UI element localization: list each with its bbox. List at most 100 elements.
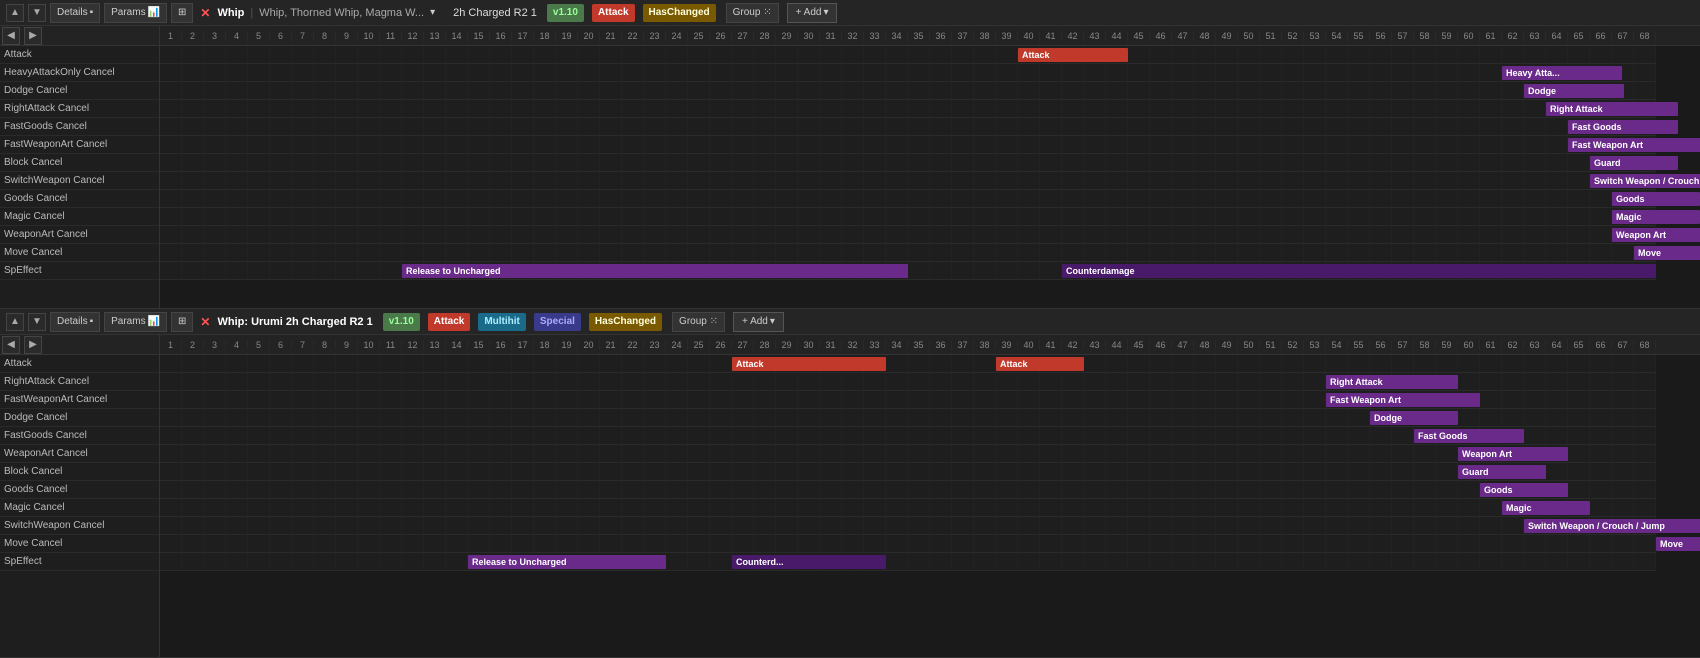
group-btn-1[interactable]: Group ⁙ [726, 3, 779, 23]
row-label-switchweapon-1: SwitchWeapon Cancel [0, 172, 159, 190]
row-label-dodge-1: Dodge Cancel [0, 82, 159, 100]
bar-goods-2[interactable]: Goods [1480, 483, 1568, 497]
nav-row-1: ◀ ▶ [0, 26, 159, 46]
collapse-up-btn-2[interactable]: ▲ [6, 313, 24, 331]
details-label-2: Details [57, 316, 88, 327]
row-label-fastgoods-1: FastGoods Cancel [0, 118, 159, 136]
add-dropdown-icon-2: ▾ [770, 316, 775, 327]
chart-icon-2: 📊 [148, 316, 160, 327]
bar-fast-goods-2[interactable]: Fast Goods [1414, 429, 1524, 443]
toolbar-2: ▲ ▼ Details ▪ Params 📊 ⊞ ✕ Whip: Urumi 2… [0, 309, 1700, 335]
timeline-grid-1: 1 2 3 4 5 6 7 8 9 10 11 12 13 14 15 16 1 [160, 26, 1700, 308]
bar-move-2[interactable]: Move [1656, 537, 1700, 551]
version-badge-1: v1.10 [547, 4, 584, 22]
row-label-rightattack-2: RightAttack Cancel [0, 373, 159, 391]
bar-magic-1[interactable]: Magic [1612, 210, 1700, 224]
bar-counterdamage-1[interactable]: Counterdamage [1062, 264, 1656, 278]
attack-badge-2[interactable]: Attack [428, 313, 471, 331]
weapon-title-2: Whip: Urumi 2h Charged R2 1 [217, 316, 372, 328]
add-btn-2[interactable]: + Add ▾ [733, 312, 784, 332]
row-label-fastweaponart-1: FastWeaponArt Cancel [0, 136, 159, 154]
version-badge-2: v1.10 [383, 313, 420, 331]
row-label-weaponart-1: WeaponArt Cancel [0, 226, 159, 244]
attack-badge-1[interactable]: Attack [592, 4, 635, 22]
bar-fast-weapon-art-1[interactable]: Fast Weapon Art [1568, 138, 1700, 152]
multihit-badge-2[interactable]: Multihit [478, 313, 526, 331]
row-label-magic-2: Magic Cancel [0, 499, 159, 517]
row-label-block-2: Block Cancel [0, 463, 159, 481]
row-label-attack-2: Attack [0, 355, 159, 373]
bar-weapon-art-2[interactable]: Weapon Art [1458, 447, 1568, 461]
bar-release-uncharged-1[interactable]: Release to Uncharged [402, 264, 908, 278]
group-btn-2[interactable]: Group ⁙ [672, 312, 725, 332]
bar-switch-weapon-1[interactable]: Switch Weapon / Crouch / Jump [1590, 174, 1700, 188]
charge-label-1: 2h Charged R2 1 [453, 7, 537, 19]
row-label-speffect-1: SpEffect [0, 262, 159, 280]
row-label-heavyattack-1: HeavyAttackOnly Cancel [0, 64, 159, 82]
bar-dodge-2[interactable]: Dodge [1370, 411, 1458, 425]
bar-fast-goods-1[interactable]: Fast Goods [1568, 120, 1678, 134]
weapon-type-1: Whip [217, 7, 244, 19]
special-badge-2[interactable]: Special [534, 313, 581, 331]
prev-btn-1[interactable]: ◀ [2, 27, 20, 45]
nav-row-2: ◀ ▶ [0, 335, 159, 355]
grid-btn-2[interactable]: ⊞ [171, 312, 193, 332]
subtitle-dropdown-1[interactable]: ▾ [428, 3, 437, 23]
bar-guard-2[interactable]: Guard [1458, 465, 1546, 479]
row-label-magic-1: Magic Cancel [0, 208, 159, 226]
close-btn-1[interactable]: ✕ [197, 6, 213, 20]
row-labels-2: ◀ ▶ Attack RightAttack Cancel FastWeapon… [0, 335, 160, 657]
bar-magic-2[interactable]: Magic [1502, 501, 1590, 515]
bar-right-attack-2[interactable]: Right Attack [1326, 375, 1458, 389]
next-btn-2[interactable]: ▶ [24, 336, 42, 354]
panel-2: ▲ ▼ Details ▪ Params 📊 ⊞ ✕ Whip: Urumi 2… [0, 309, 1700, 658]
bar-fast-weapon-art-2[interactable]: Fast Weapon Art [1326, 393, 1480, 407]
row-label-block-1: Block Cancel [0, 154, 159, 172]
details-btn-2[interactable]: Details ▪ [50, 312, 100, 332]
bar-attack-1[interactable]: Attack [1018, 48, 1128, 62]
details-btn-1[interactable]: Details ▪ [50, 3, 100, 23]
row-label-switchweapon-2: SwitchWeapon Cancel [0, 517, 159, 535]
row-label-goods-1: Goods Cancel [0, 190, 159, 208]
params-label-1: Params [111, 7, 145, 18]
bar-release-uncharged-2[interactable]: Release to Uncharged [468, 555, 666, 569]
bar-right-attack-1[interactable]: Right Attack [1546, 102, 1678, 116]
bar-switch-weapon-2[interactable]: Switch Weapon / Crouch / Jump [1524, 519, 1700, 533]
row-label-weaponart-2: WeaponArt Cancel [0, 445, 159, 463]
bar-attack-2b[interactable]: Attack [996, 357, 1084, 371]
details-label-1: Details [57, 7, 88, 18]
row-label-speffect-2: SpEffect [0, 553, 159, 571]
params-btn-2[interactable]: Params 📊 [104, 312, 167, 332]
next-btn-1[interactable]: ▶ [24, 27, 42, 45]
grid-btn-1[interactable]: ⊞ [171, 3, 193, 23]
timeline-grid-2: 1 2 3 4 5 6 7 8 9 10 11 12 13 14 15 16 1 [160, 335, 1700, 657]
bar-heavy-attack-1[interactable]: Heavy Atta... [1502, 66, 1622, 80]
row-labels-1: ◀ ▶ Attack HeavyAttackOnly Cancel Dodge … [0, 26, 160, 308]
details-icon-2: ▪ [90, 316, 94, 327]
bar-weapon-art-1[interactable]: Weapon Art [1612, 228, 1700, 242]
bar-guard-1[interactable]: Guard [1590, 156, 1678, 170]
timeline-area-2: ◀ ▶ Attack RightAttack Cancel FastWeapon… [0, 335, 1700, 657]
bar-dodge-1[interactable]: Dodge [1524, 84, 1624, 98]
bar-goods-1[interactable]: Goods [1612, 192, 1700, 206]
prev-btn-2[interactable]: ◀ [2, 336, 20, 354]
haschanged-badge-2[interactable]: HasChanged [589, 313, 662, 331]
close-btn-2[interactable]: ✕ [197, 315, 213, 329]
collapse-down-btn-2[interactable]: ▼ [28, 313, 46, 331]
bar-move-1[interactable]: Move [1634, 246, 1700, 260]
bar-counterd-2[interactable]: Counterd... [732, 555, 886, 569]
bar-attack-2a[interactable]: Attack [732, 357, 886, 371]
haschanged-badge-1[interactable]: HasChanged [643, 4, 716, 22]
add-btn-1[interactable]: + Add ▾ [787, 3, 838, 23]
frame-numbers-1: 1 2 3 4 5 6 7 8 9 10 11 12 13 14 15 16 1 [160, 26, 1700, 46]
collapse-up-btn-1[interactable]: ▲ [6, 4, 24, 22]
details-icon-1: ▪ [90, 7, 94, 18]
weapon-name-1: Whip, Thorned Whip, Magma W... [259, 7, 424, 19]
params-btn-1[interactable]: Params 📊 [104, 3, 167, 23]
panel-1: ▲ ▼ Details ▪ Params 📊 ⊞ ✕ Whip | Whip, … [0, 0, 1700, 309]
collapse-down-btn-1[interactable]: ▼ [28, 4, 46, 22]
chart-icon-1: 📊 [148, 7, 160, 18]
params-label-2: Params [111, 316, 145, 327]
grid-content-2: Attack Attack Right Attack Fast Weapon A… [160, 355, 1656, 571]
row-label-fastweaponart-2: FastWeaponArt Cancel [0, 391, 159, 409]
